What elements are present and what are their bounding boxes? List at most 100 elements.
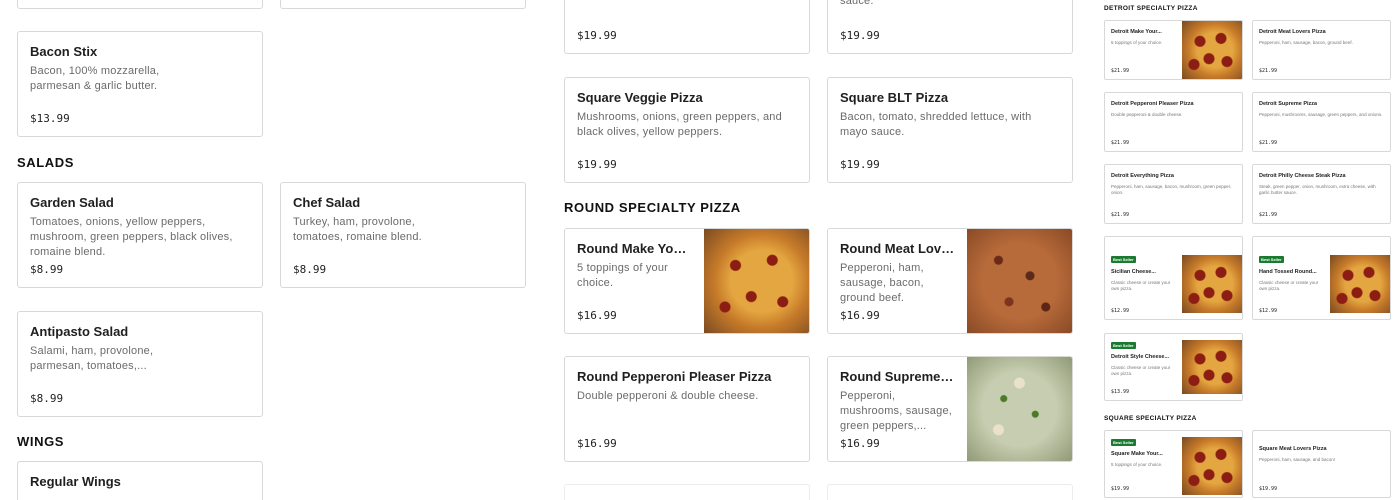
item-description: 5 toppings of your choice.: [577, 262, 669, 289]
best-seller-card-sicilian-cheese[interactable]: Best Seller Sicilian Cheese... Classic c…: [1104, 236, 1243, 320]
menu-item-detroit-philly-cheese-steak[interactable]: Detroit Philly Cheese Steak Pizza Steak,…: [1252, 164, 1391, 224]
item-price: $13.99: [1111, 389, 1130, 395]
item-description: Pepperoni, ham, sausage, bacon, mushroom…: [1111, 184, 1232, 195]
item-price: $19.99: [577, 158, 617, 171]
menu-item-square-blt-pizza[interactable]: Square BLT Pizza Bacon, tomato, shredded…: [827, 77, 1073, 183]
section-heading-salads: SALADS: [17, 155, 75, 170]
item-description: Pepperoni, mushrooms, sausage, green pep…: [1259, 112, 1383, 117]
menu-item-detroit-meat-lovers[interactable]: Detroit Meat Lovers Pizza Pepperoni, ham…: [1252, 20, 1391, 80]
pizza-image: [1182, 255, 1242, 313]
item-description: Bacon, 100% mozzarella, parmesan & garli…: [30, 65, 160, 92]
item-name: Round Meat Lovers Pizza: [840, 241, 956, 256]
menu-item-detroit-pepperoni-pleaser[interactable]: Detroit Pepperoni Pleaser Pizza Double p…: [1104, 92, 1243, 152]
pizza-image: [967, 357, 1072, 461]
best-seller-badge: Best Seller: [1111, 342, 1136, 349]
best-seller-badge: Best Seller: [1259, 256, 1284, 263]
item-price: $16.99: [577, 437, 617, 450]
menu-item-detroit-make-your-own[interactable]: Detroit Make Your... 5 toppings of your …: [1104, 20, 1243, 80]
item-price: $21.99: [1259, 68, 1278, 74]
menu-item-garden-salad[interactable]: Garden Salad Tomatoes, onions, yellow pe…: [17, 182, 263, 288]
item-description: Classic cheese or create your own pizza.: [1111, 365, 1171, 376]
menu-item-card[interactable]: $19.99: [564, 0, 810, 54]
item-price: $16.99: [840, 437, 880, 450]
item-name: Regular Wings: [30, 474, 121, 489]
item-name: Hand Tossed Round...: [1259, 269, 1317, 275]
menu-item-card[interactable]: [280, 0, 526, 9]
item-description: Double pepperoni & double cheese.: [577, 390, 759, 402]
item-name: Detroit Supreme Pizza: [1259, 101, 1318, 107]
best-seller-card-hand-tossed-round[interactable]: Best Seller Hand Tossed Round... Classic…: [1252, 236, 1391, 320]
item-name: Chef Salad: [293, 195, 361, 210]
item-description: Pepperoni, ham, sausage, bacon, ground b…: [1259, 40, 1353, 45]
item-name: Garden Salad: [30, 195, 114, 210]
menu-item-bacon-stix[interactable]: Bacon Stix Bacon, 100% mozzarella, parme…: [17, 31, 263, 137]
item-description: Pepperoni, ham, sausage, bacon, ground b…: [840, 262, 924, 304]
section-heading-detroit-specialty: DETROIT SPECIALTY PIZZA: [1104, 5, 1198, 12]
item-price: $21.99: [1111, 68, 1130, 74]
menu-item-square-veggie-pizza[interactable]: Square Veggie Pizza Mushrooms, onions, g…: [564, 77, 810, 183]
item-price: $19.99: [840, 29, 880, 42]
item-price: $16.99: [840, 309, 880, 322]
item-name: Sicilian Cheese...: [1111, 269, 1156, 275]
item-description: Steak, green pepper, onion, mushroom, ex…: [1259, 184, 1376, 195]
item-name: Square Make Your...: [1111, 451, 1163, 457]
menu-item-round-supreme[interactable]: Round Supreme Pizza Pepperoni, mushrooms…: [827, 356, 1073, 462]
item-name: Detroit Style Cheese...: [1111, 354, 1170, 360]
item-price: $19.99: [840, 158, 880, 171]
item-name: Round Supreme Pizza: [840, 369, 956, 384]
menu-item-round-make-your-own[interactable]: Round Make Your Own Pizza 5 toppings of …: [564, 228, 810, 334]
best-seller-badge: Best Seller: [1111, 256, 1136, 263]
item-name: Detroit Everything Pizza: [1111, 173, 1174, 179]
pizza-image: [1182, 437, 1242, 495]
pizza-image: [1182, 21, 1242, 79]
item-name: Detroit Pepperoni Pleaser Pizza: [1111, 101, 1194, 107]
section-heading-square-specialty: SQUARE SPECIALTY PIZZA: [1104, 415, 1197, 422]
item-description: Pepperoni, mushrooms, sausage, green pep…: [840, 390, 953, 432]
item-name: Square Veggie Pizza: [577, 90, 703, 105]
item-price: $19.99: [1259, 486, 1278, 492]
item-price: $8.99: [30, 392, 64, 405]
pizza-image: [1182, 340, 1242, 394]
item-price: $21.99: [1111, 212, 1130, 218]
item-description: Bacon, tomato, shredded lettuce, with ma…: [840, 111, 1032, 138]
menu-item-detroit-everything[interactable]: Detroit Everything Pizza Pepperoni, ham,…: [1104, 164, 1243, 224]
item-name: Antipasto Salad: [30, 324, 129, 339]
item-description: 5 toppings of your choice.: [1111, 462, 1163, 467]
item-name: Detroit Meat Lovers Pizza: [1259, 29, 1326, 35]
menu-item-card[interactable]: sauce. $19.99: [827, 0, 1073, 54]
menu-item-card[interactable]: [564, 484, 810, 500]
item-name: Bacon Stix: [30, 44, 98, 59]
menu-item-square-make-your-own[interactable]: Best Seller Square Make Your... 5 toppin…: [1104, 430, 1243, 498]
menu-item-card[interactable]: [827, 484, 1073, 500]
menu-item-card[interactable]: [17, 0, 263, 9]
item-price: $21.99: [1259, 212, 1278, 218]
menu-item-square-meat-lovers[interactable]: Square Meat Lovers Pizza Pepperoni, ham,…: [1252, 430, 1391, 498]
pizza-image: [967, 229, 1072, 333]
item-description: Turkey, ham, provolone, tomatoes, romain…: [293, 216, 422, 243]
best-seller-card-detroit-style-cheese[interactable]: Best Seller Detroit Style Cheese... Clas…: [1104, 333, 1243, 401]
item-description: Classic cheese or create your own pizza.: [1111, 280, 1171, 291]
item-description: 5 toppings of your choice.: [1111, 40, 1163, 45]
section-heading-round-specialty: ROUND SPECIALTY PIZZA: [564, 200, 741, 215]
menu-item-round-meat-lovers[interactable]: Round Meat Lovers Pizza Pepperoni, ham, …: [827, 228, 1073, 334]
item-price: $12.99: [1111, 308, 1130, 314]
pizza-image: [1330, 255, 1390, 313]
menu-item-detroit-supreme[interactable]: Detroit Supreme Pizza Pepperoni, mushroo…: [1252, 92, 1391, 152]
item-price: $12.99: [1259, 308, 1278, 314]
item-name: Square Meat Lovers Pizza: [1259, 446, 1327, 452]
item-name: Square BLT Pizza: [840, 90, 949, 105]
menu-item-round-pepperoni-pleaser[interactable]: Round Pepperoni Pleaser Pizza Double pep…: [564, 356, 810, 462]
item-description: Mushrooms, onions, green peppers, and bl…: [577, 111, 782, 138]
item-price: $8.99: [293, 263, 327, 276]
item-name: Round Make Your Own Pizza: [577, 241, 693, 256]
menu-item-regular-wings[interactable]: Regular Wings: [17, 461, 263, 500]
item-name: Detroit Philly Cheese Steak Pizza: [1259, 173, 1346, 179]
item-price: $19.99: [1111, 486, 1130, 492]
item-price: $19.99: [577, 29, 617, 42]
item-price: $8.99: [30, 263, 64, 276]
menu-item-chef-salad[interactable]: Chef Salad Turkey, ham, provolone, tomat…: [280, 182, 526, 288]
section-heading-wings: WINGS: [17, 434, 65, 449]
item-price: $13.99: [30, 112, 70, 125]
item-name: Detroit Make Your...: [1111, 29, 1162, 35]
menu-item-antipasto-salad[interactable]: Antipasto Salad Salami, ham, provolone, …: [17, 311, 263, 417]
